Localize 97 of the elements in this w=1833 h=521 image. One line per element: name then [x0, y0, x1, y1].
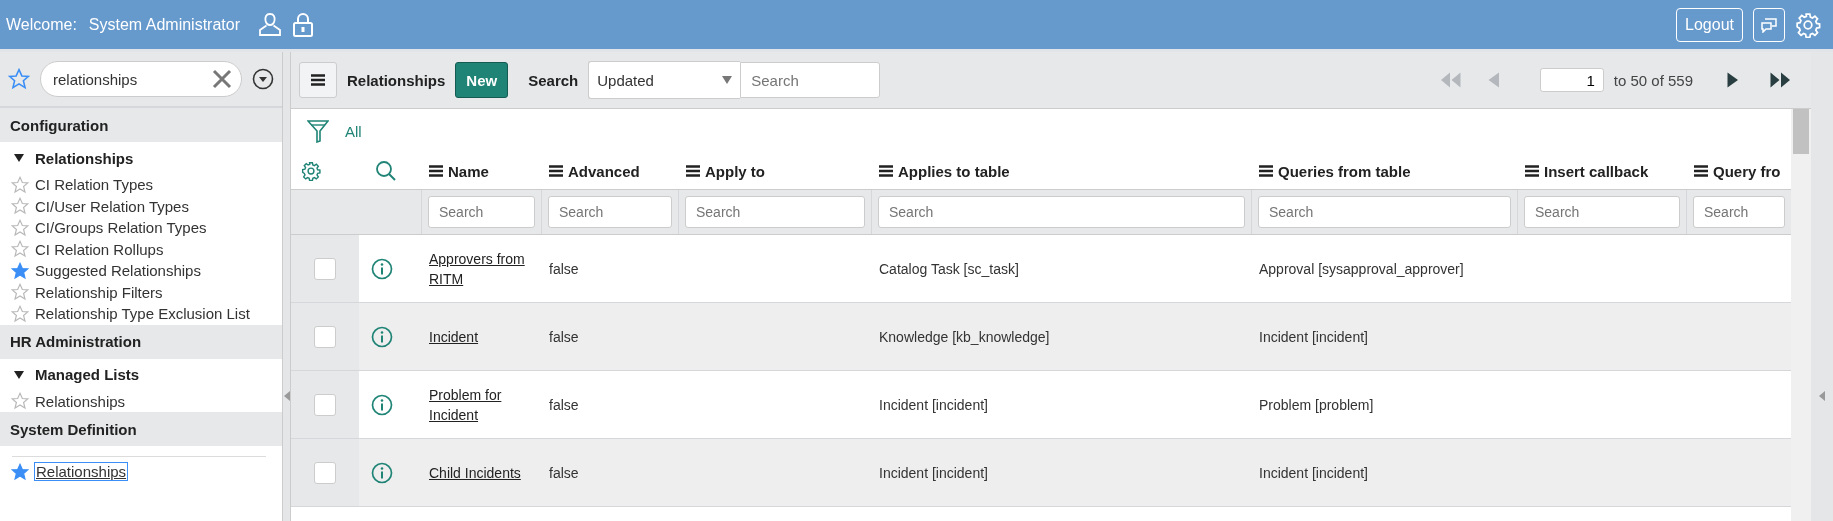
collapse-arrow-icon[interactable] [1819, 391, 1825, 401]
table-cell: Incident [incident] [879, 396, 988, 413]
column-search-field[interactable]: Search [1524, 196, 1680, 228]
search-field-select[interactable]: Updated [588, 61, 741, 99]
table-cell: false [549, 464, 579, 481]
table-cell: false [549, 260, 579, 277]
column-header[interactable]: Query fro [1713, 162, 1781, 180]
chat-button[interactable] [1753, 7, 1785, 42]
star-icon[interactable] [11, 304, 29, 323]
user-icon[interactable] [258, 11, 282, 38]
record-name-link[interactable]: Problem for Incident [429, 384, 533, 425]
table-cell: Catalog Task [sc_task] [879, 260, 1019, 277]
record-name-link[interactable]: Incident [429, 326, 479, 347]
filter-breadcrumb-link[interactable]: All [345, 122, 362, 140]
table-cell: Approval [sysapproval_approver] [1259, 260, 1464, 277]
welcome-label: Welcome: [6, 15, 77, 34]
record-name-link[interactable]: Approvers from RITM [429, 248, 533, 289]
vertical-scrollbar[interactable] [1791, 109, 1811, 521]
user-name: System Administrator [88, 15, 240, 34]
record-name-link[interactable]: Child Incidents [429, 462, 521, 483]
column-menu-icon[interactable] [549, 165, 563, 177]
column-header[interactable]: Insert callback [1544, 162, 1649, 180]
clear-icon[interactable] [212, 69, 232, 89]
search-label: Search [528, 71, 579, 89]
navigator-section-header[interactable]: HR Administration [0, 324, 282, 359]
star-icon[interactable] [11, 283, 29, 301]
navigator-module-link[interactable]: Relationships [35, 392, 126, 410]
column-menu-icon[interactable] [1525, 165, 1539, 177]
table-cell: Incident [incident] [1259, 464, 1368, 481]
table-cell: Incident [incident] [879, 464, 988, 481]
page-range-label: to 50 of 559 [1613, 71, 1693, 89]
filter-icon[interactable] [307, 119, 329, 143]
info-icon[interactable] [371, 257, 393, 280]
column-search-field[interactable]: Search [1693, 196, 1785, 228]
info-icon[interactable] [371, 461, 393, 484]
navigator-module-link[interactable]: Relationship Filters [35, 283, 163, 301]
expand-triangle-icon[interactable] [13, 152, 25, 164]
navigator-module-link[interactable]: CI/Groups Relation Types [35, 219, 207, 236]
row-checkbox[interactable] [314, 461, 336, 484]
info-icon[interactable] [371, 325, 393, 348]
navigator-section-header[interactable]: System Definition [0, 412, 282, 446]
column-search-field[interactable]: Search [428, 196, 535, 228]
new-button[interactable]: New [455, 62, 509, 98]
expand-triangle-icon[interactable] [13, 368, 25, 381]
list-title: Relationships [347, 71, 446, 89]
column-menu-icon[interactable] [1694, 165, 1708, 177]
star-icon[interactable] [11, 218, 29, 237]
column-header[interactable]: Name [448, 162, 489, 180]
lock-icon[interactable] [292, 11, 314, 38]
column-header[interactable]: Applies to table [898, 162, 1010, 180]
table-cell: Knowledge [kb_knowledge] [879, 328, 1050, 345]
star-icon[interactable] [8, 68, 30, 90]
column-search-field[interactable]: Search [1258, 196, 1511, 228]
menu-icon [311, 74, 325, 86]
row-checkbox[interactable] [314, 257, 336, 280]
column-search-field[interactable]: Search [685, 196, 865, 228]
info-icon[interactable] [371, 393, 393, 416]
star-icon[interactable] [11, 261, 29, 280]
star-icon[interactable] [11, 175, 29, 194]
navigator-group-label[interactable]: Relationships [35, 149, 134, 167]
star-icon[interactable] [11, 462, 29, 481]
navigator-module-link[interactable]: Suggested Relationships [35, 262, 201, 279]
navigator-module-link[interactable]: Relationship Type Exclusion List [35, 305, 250, 322]
column-menu-icon[interactable] [1259, 165, 1273, 177]
table-cell: false [549, 396, 579, 413]
column-search-field[interactable]: Search [548, 196, 672, 228]
table-cell: Incident [incident] [1259, 328, 1368, 345]
navigator-module-link[interactable]: Relationships [35, 463, 128, 480]
star-icon[interactable] [11, 197, 29, 215]
chat-icon [1760, 16, 1778, 33]
navigator-group-label[interactable]: Managed Lists [35, 366, 140, 383]
table-cell: false [549, 328, 579, 345]
caret-icon [722, 76, 733, 84]
column-menu-icon[interactable] [686, 165, 700, 177]
navigator-filter-field[interactable]: relationships [40, 61, 242, 97]
collapse-arrow-icon[interactable] [283, 391, 290, 401]
column-header[interactable]: Queries from table [1278, 162, 1411, 180]
navigator-module-link[interactable]: CI Relation Types [35, 176, 154, 193]
column-menu-icon[interactable] [879, 165, 893, 177]
column-search-field[interactable]: Search [878, 196, 1245, 228]
column-header[interactable]: Apply to [705, 162, 765, 180]
row-checkbox[interactable] [314, 393, 336, 416]
settings-icon[interactable] [301, 161, 321, 181]
column-menu-icon[interactable] [429, 165, 443, 177]
search-input[interactable]: Search [740, 62, 881, 98]
table-cell: Problem [problem] [1259, 396, 1374, 413]
list-menu-button[interactable] [299, 62, 337, 98]
star-icon[interactable] [11, 392, 29, 410]
navigator-section-header[interactable]: Configuration [0, 108, 282, 142]
column-header[interactable]: Advanced [568, 162, 640, 180]
page-number-field[interactable]: 1 [1539, 68, 1604, 92]
row-checkbox[interactable] [314, 325, 336, 348]
dropdown-icon[interactable] [252, 68, 274, 90]
star-icon[interactable] [11, 240, 29, 258]
navigator-module-link[interactable]: CI/User Relation Types [35, 197, 189, 215]
search-icon[interactable] [375, 160, 397, 182]
navigator-module-link[interactable]: CI Relation Rollups [35, 240, 164, 258]
